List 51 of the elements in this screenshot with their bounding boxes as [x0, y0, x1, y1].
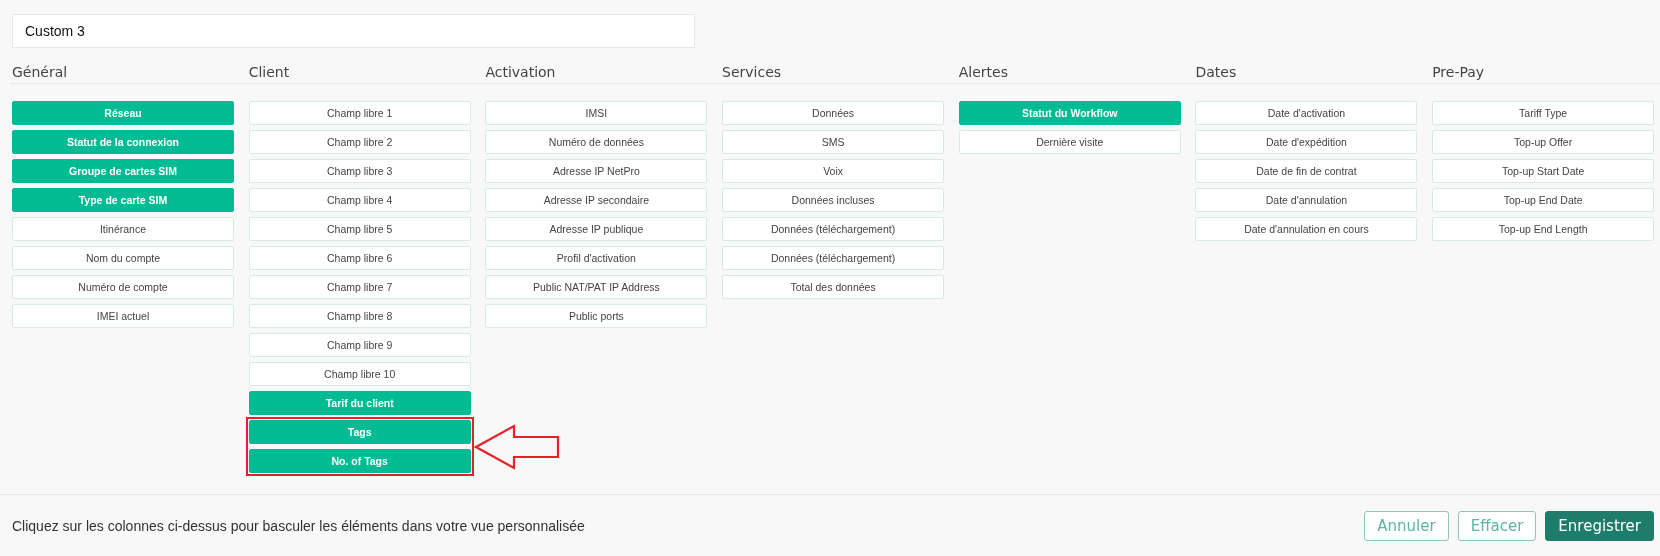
- column-option[interactable]: Date de fin de contrat: [1195, 159, 1418, 183]
- column-option[interactable]: Total des données: [722, 275, 945, 299]
- column-option[interactable]: Nom du compte: [12, 246, 234, 270]
- column-option[interactable]: Date d'annulation: [1195, 188, 1418, 212]
- column-option[interactable]: Adresse IP NetPro: [485, 159, 708, 183]
- column-option[interactable]: Top-up End Length: [1432, 217, 1655, 241]
- column-option[interactable]: Champ libre 8: [248, 304, 471, 328]
- column-option[interactable]: Top-up Start Date: [1432, 159, 1655, 183]
- column-heading: Client: [248, 64, 291, 80]
- column-option[interactable]: Données: [722, 101, 945, 125]
- arrow-icon: [473, 423, 560, 470]
- column-heading: Services: [722, 64, 783, 80]
- column-option[interactable]: Champ libre 2: [248, 130, 471, 154]
- view-name-field[interactable]: Custom 3: [12, 14, 695, 48]
- column-option[interactable]: Top-up Offer: [1432, 130, 1655, 154]
- column-heading: Alertes: [958, 64, 1009, 80]
- column-option[interactable]: Date d'annulation en cours: [1195, 217, 1418, 241]
- column-option[interactable]: Champ libre 10: [248, 362, 471, 386]
- column-option[interactable]: Numéro de compte: [12, 275, 234, 299]
- column-option[interactable]: Voix: [722, 159, 945, 183]
- column-option[interactable]: SMS: [722, 130, 945, 154]
- column-heading: Général: [12, 64, 69, 80]
- column-option[interactable]: Itinérance: [12, 217, 234, 241]
- column-option[interactable]: Champ libre 5: [248, 217, 471, 241]
- column-option[interactable]: Données incluses: [722, 188, 945, 212]
- column-option[interactable]: Date d'activation: [1195, 101, 1418, 125]
- column-option[interactable]: IMEI actuel: [12, 304, 234, 328]
- column-option[interactable]: IMSI: [485, 101, 708, 125]
- column-heading: Dates: [1195, 64, 1238, 80]
- column-option[interactable]: Top-up End Date: [1432, 188, 1655, 212]
- column-option[interactable]: Profil d'activation: [485, 246, 708, 270]
- column-option[interactable]: Date d'expédition: [1195, 130, 1418, 154]
- column-option[interactable]: Adresse IP secondaire: [485, 188, 708, 212]
- column-option[interactable]: Champ libre 1: [248, 101, 471, 125]
- column-option[interactable]: Public NAT/PAT IP Address: [485, 275, 708, 299]
- column-option[interactable]: Données (téléchargement): [722, 217, 945, 241]
- column-option[interactable]: Champ libre 4: [248, 188, 471, 212]
- column-option[interactable]: Champ libre 9: [248, 333, 471, 357]
- column-option[interactable]: Tariff Type: [1432, 101, 1655, 125]
- column-option[interactable]: Données (téléchargement): [722, 246, 945, 270]
- column-option[interactable]: Champ libre 7: [248, 275, 471, 299]
- column-option[interactable]: Champ libre 6: [248, 246, 471, 270]
- column-option[interactable]: Adresse IP publique: [485, 217, 708, 241]
- column-option[interactable]: Dernière visite: [958, 130, 1181, 154]
- column-option[interactable]: Champ libre 3: [248, 159, 471, 183]
- column-option[interactable]: Public ports: [485, 304, 708, 328]
- column-heading: Activation: [485, 64, 557, 80]
- column-heading: Pre-Pay: [1432, 64, 1486, 80]
- save-button[interactable]: Enregistrer: [1545, 510, 1654, 541]
- column-option[interactable]: Numéro de données: [485, 130, 708, 154]
- footer-hint: Cliquez sur les colonnes ci-dessus pour basculer les éléments dans votre vue personnalisée: [12, 517, 586, 534]
